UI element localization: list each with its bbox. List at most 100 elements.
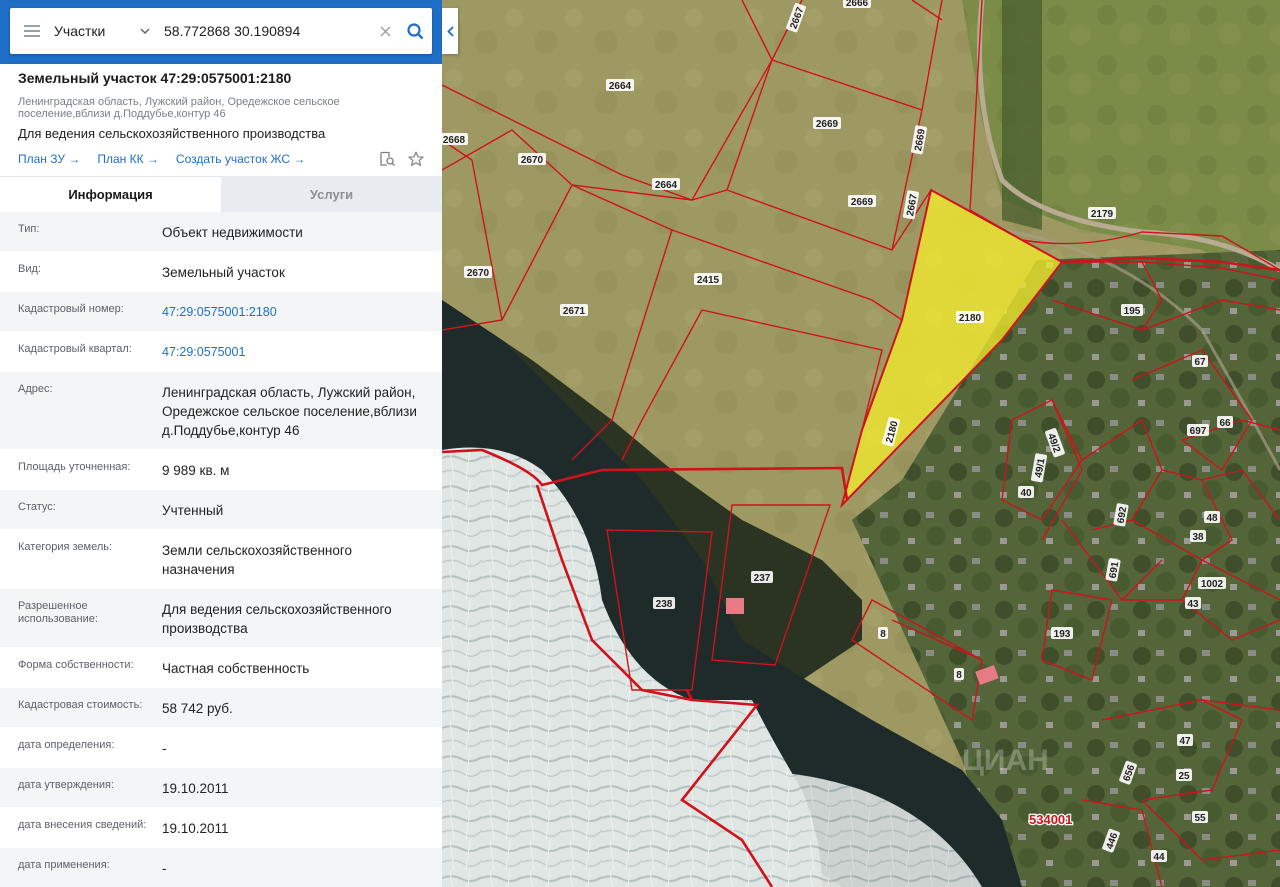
row-label: Кадастровый квартал: (18, 343, 132, 355)
parcel-label: 237 (751, 571, 773, 584)
page-title: Земельный участок 47:29:0575001:2180 (18, 70, 292, 86)
cadastral-quarter-link[interactable]: 47:29:0575001 (162, 343, 426, 362)
row-label: Разрешенное использование: (18, 600, 98, 625)
parcel-label: 55 (1192, 811, 1208, 824)
parcel-label-text: 2664 (655, 180, 678, 191)
parcel-label-text: 2670 (521, 155, 544, 166)
row-value: Для ведения сельскохозяйственного произв… (162, 602, 392, 636)
row-label: Адрес: (18, 383, 53, 395)
parcel-label: 38 (1190, 530, 1206, 543)
info-row-date-applied: дата применения: - (0, 848, 442, 887)
row-label: Вид: (18, 263, 41, 275)
chevron-down-icon (140, 28, 150, 34)
parcel-label: 67 (1192, 355, 1208, 368)
row-label: дата определения: (18, 739, 115, 751)
parcel-label-text: 8 (880, 629, 886, 640)
parcel-label: 2668 (442, 133, 468, 146)
info-table: Тип: Объект недвижимости Вид: Земельный уч… (0, 212, 442, 887)
close-icon (379, 25, 391, 37)
parcel-label-text: 2671 (563, 306, 586, 317)
parcel-label-text: 697 (1190, 426, 1207, 437)
collapse-sidebar-button[interactable] (442, 8, 458, 54)
parcel-label: 238 (653, 597, 675, 610)
parcel-label: 2669 (848, 195, 876, 208)
parcel-label-text: 67 (1194, 357, 1206, 368)
parcel-label-text: 48 (1206, 513, 1218, 524)
parcel-label-text: 1002 (1201, 579, 1224, 590)
parcel-label: 8 (954, 668, 964, 681)
tab-information[interactable]: Информация (0, 176, 221, 212)
plan-kk-link[interactable]: План КК → (97, 152, 159, 166)
parcel-label: 2664 (652, 178, 680, 191)
parcel-label: 2671 (560, 304, 588, 317)
menu-button[interactable] (10, 8, 54, 54)
info-tabs: Информация Услуги (0, 176, 442, 212)
parcel-label: 2415 (694, 273, 722, 286)
parcel-label-text: 238 (656, 599, 673, 610)
parcel-label-text: 43 (1187, 599, 1199, 610)
cadastral-map[interactable]: 2666 2667 2664 2669 2668 2670 2664 2669 2669 2667… (442, 0, 1280, 887)
parcel-label: 195 (1121, 304, 1143, 317)
info-row-land-category: Категория земель: Земли сельскохозяйствен… (0, 530, 442, 589)
parcel-label: 25 (1176, 769, 1192, 782)
svg-text:ЦИАН: ЦИАН (962, 744, 1049, 777)
cadastral-number-link[interactable]: 47:29:0575001:2180 (162, 303, 426, 322)
info-row-status: Статус: Учтенный (0, 490, 442, 530)
search-input[interactable] (158, 22, 372, 40)
clear-button[interactable] (372, 8, 398, 54)
parcel-label: 2669 (813, 117, 841, 130)
row-label: Кадастровая стоимость: (18, 699, 143, 711)
row-label: Кадастровый номер: (18, 303, 124, 315)
info-row-date-approved: дата утверждения: 19.10.2011 (0, 768, 442, 808)
parcel-label-text: 8 (956, 670, 962, 681)
row-value: Учтенный (162, 503, 224, 518)
document-search-icon[interactable] (379, 151, 396, 167)
row-label: дата применения: (18, 859, 110, 871)
parcel-label-text: 2668 (443, 135, 466, 146)
satellite-map-canvas[interactable]: 266626672664266926682670266426692669 2667… (442, 0, 1280, 887)
parcel-label: 66 (1217, 416, 1233, 429)
row-value: - (162, 861, 167, 876)
create-parcel-link[interactable]: Создать участок ЖС → (176, 152, 305, 166)
layer-select-label: Участки (54, 23, 106, 39)
row-label: дата утверждения: (18, 779, 115, 791)
info-row-date-determined: дата определения: - (0, 728, 442, 768)
parcel-label-text: 2666 (846, 0, 869, 9)
tab-services[interactable]: Услуги (221, 176, 442, 212)
search-icon (406, 22, 423, 39)
info-row-kind: Вид: Земельный участок (0, 252, 442, 292)
parcel-label-text: 2670 (467, 268, 490, 279)
row-label: Форма собственности: (18, 659, 134, 671)
parcel-label: 2179 (1088, 207, 1116, 220)
info-row-cadastral-value: Кадастровая стоимость: 58 742 руб. (0, 688, 442, 728)
row-value: 58 742 руб. (162, 701, 233, 716)
row-value: 19.10.2011 (162, 781, 229, 796)
info-sidebar: Участки Земельный участок 47:29:0575001:… (0, 0, 443, 887)
plan-zu-link[interactable]: План ЗУ → (18, 152, 80, 166)
search-button[interactable] (398, 8, 432, 54)
parcel-label: 2670 (464, 266, 492, 279)
parcel-label: 1002 (1198, 577, 1226, 590)
row-label: Статус: (18, 501, 56, 513)
row-label: дата внесения сведений: (18, 819, 147, 831)
parcel-label-text: 38 (1192, 532, 1204, 543)
hamburger-icon (24, 25, 40, 37)
row-value: 9 989 кв. м (162, 463, 230, 478)
parcel-purpose: Для ведения сельскохозяйственного произв… (18, 126, 326, 141)
row-value: Земли сельскохозяйственного назначения (162, 543, 353, 577)
parcel-links: План ЗУ → План КК → Создать участок ЖС → (18, 151, 428, 167)
parcel-label-text: 40 (1020, 488, 1032, 499)
row-value: Объект недвижимости (162, 225, 303, 240)
parcel-header: Земельный участок 47:29:0575001:2180 Лен… (18, 70, 428, 167)
action-icons (379, 151, 424, 167)
parcel-label-text: 2415 (697, 275, 720, 286)
quarter-label: 534001 (1028, 811, 1074, 829)
row-value: Частная собственность (162, 661, 310, 676)
info-row-date-entered: дата внесения сведений: 19.10.2011 (0, 808, 442, 848)
star-icon[interactable] (408, 151, 424, 167)
parcel-label: 8 (878, 627, 888, 640)
row-value: Ленинградская область, Лужский район, Ор… (162, 385, 417, 438)
layer-select[interactable]: Участки (54, 23, 158, 39)
parcel-label: 47 (1177, 734, 1193, 747)
search-bar: Участки (0, 0, 442, 64)
